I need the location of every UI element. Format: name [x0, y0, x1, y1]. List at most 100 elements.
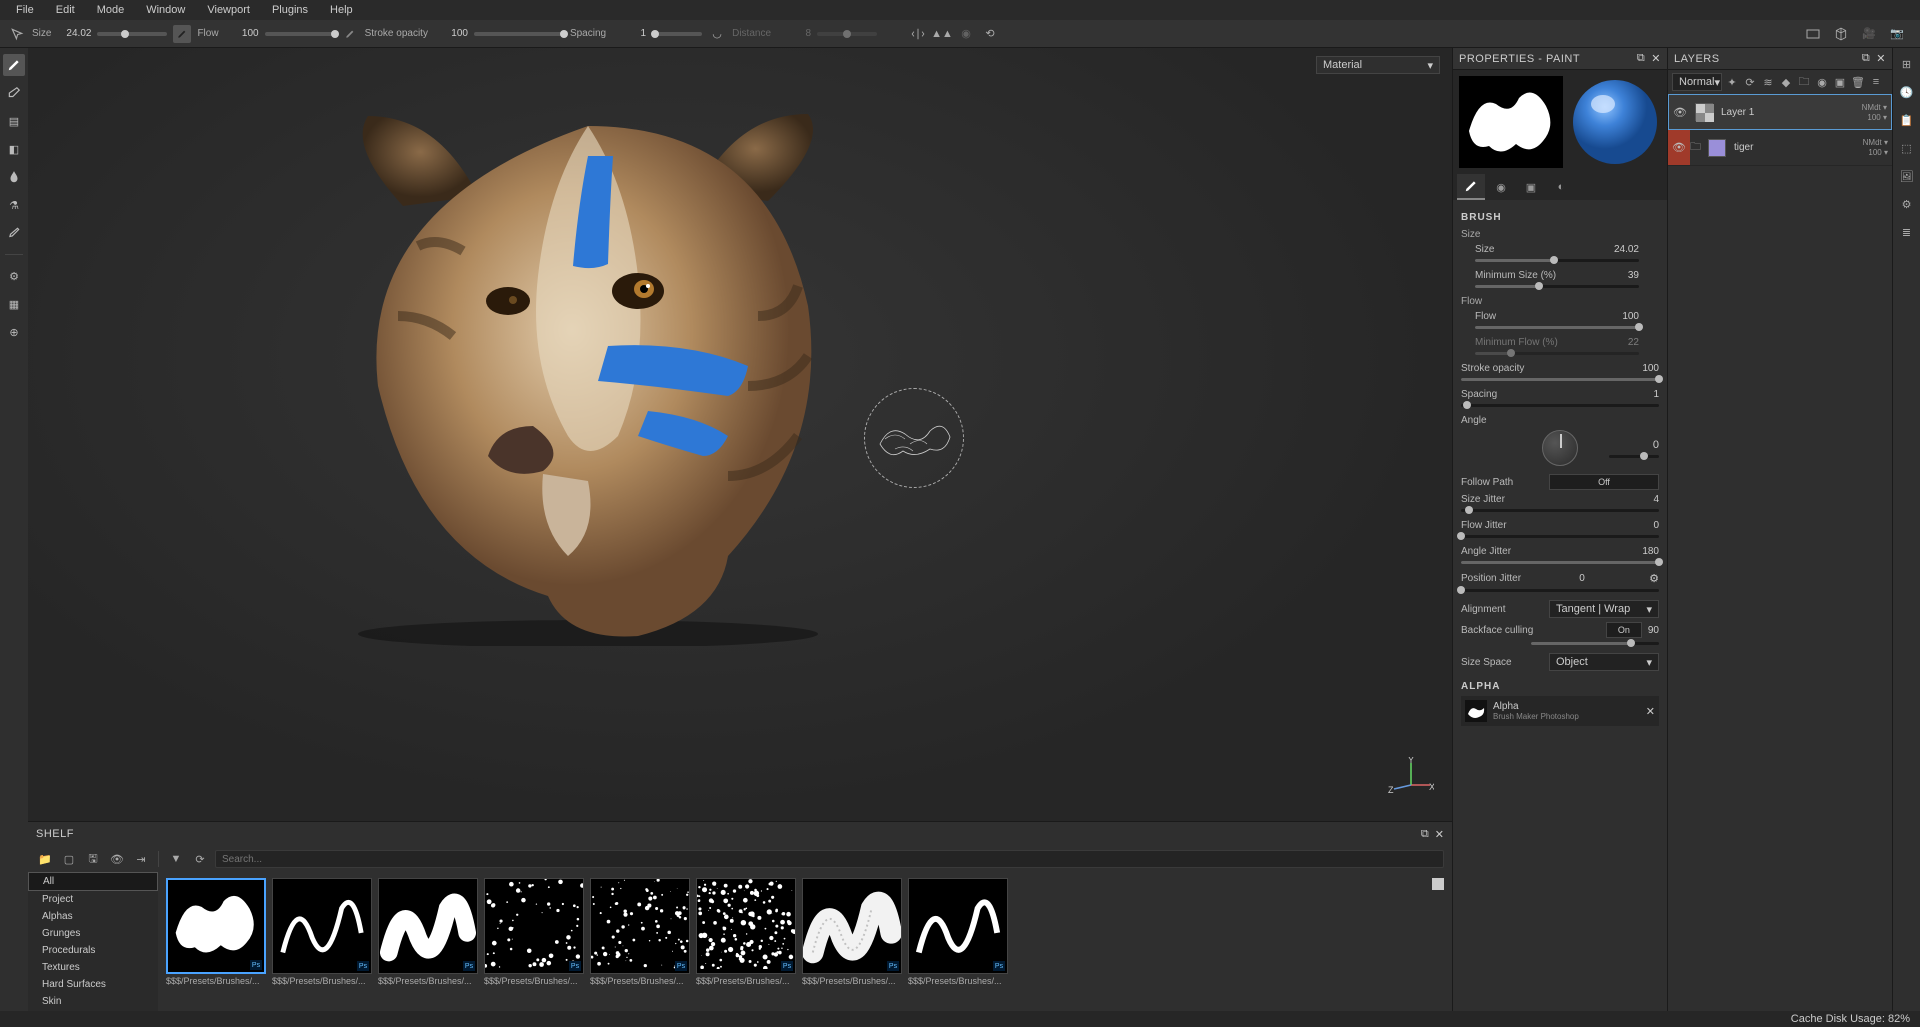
material-dropdown[interactable]: Material▾	[1316, 56, 1440, 74]
reset-icon[interactable]: ⟲	[981, 25, 999, 43]
layers-popout-icon[interactable]: ⧉	[1862, 52, 1870, 65]
backface-slider[interactable]	[1531, 642, 1659, 645]
menu-window[interactable]: Window	[136, 2, 195, 18]
alpha-resource[interactable]: AlphaBrush Maker Photoshop ✕	[1461, 696, 1659, 726]
jitter-settings-icon[interactable]: ⚙	[1649, 572, 1659, 585]
prop-angle-value[interactable]: 0	[1653, 439, 1659, 451]
layer-row[interactable]: 👁🗀tigerNMdt ▾100 ▾	[1668, 130, 1892, 166]
shelf-refresh-icon[interactable]: ⟳	[191, 850, 209, 868]
3d-cube-icon[interactable]	[1832, 25, 1850, 43]
size-jitter-slider[interactable]	[1461, 509, 1659, 512]
properties-popout-icon[interactable]: ⧉	[1637, 52, 1645, 65]
flow-jitter-slider[interactable]	[1461, 535, 1659, 538]
layer-visibility-icon[interactable]: 👁	[1668, 130, 1690, 165]
shelf-item[interactable]: Ps$$$/Presets/Brushes/...	[908, 878, 1008, 1005]
prop-size-slider[interactable]	[1475, 259, 1639, 262]
shelf-cat-grunges[interactable]: Grunges	[28, 925, 158, 942]
menu-help[interactable]: Help	[320, 2, 363, 18]
properties-close-icon[interactable]: ✕	[1651, 52, 1661, 65]
shelf-cat-all[interactable]: All	[28, 872, 158, 891]
tab-material-icon[interactable]: ◐	[1547, 174, 1575, 200]
shelf-item[interactable]: Ps$$$/Presets/Brushes/...	[484, 878, 584, 1005]
add-fill-icon[interactable]: ◆	[1778, 74, 1794, 90]
prop-minsize-slider[interactable]	[1475, 285, 1639, 288]
shelf-item[interactable]: Ps$$$/Presets/Brushes/...	[590, 878, 690, 1005]
lazy-mouse-icon[interactable]: ◡	[708, 25, 726, 43]
pressure-flow-icon[interactable]	[341, 25, 359, 43]
size-slider[interactable]	[97, 32, 167, 36]
prop-size-value[interactable]: 24.02	[1614, 244, 1639, 255]
delete-layer-icon[interactable]: 🗑	[1850, 74, 1866, 90]
cursor-icon[interactable]	[8, 25, 26, 43]
more-icon[interactable]: ⊕	[3, 321, 25, 343]
size-jitter-value[interactable]: 4	[1653, 494, 1659, 505]
layer-opacity[interactable]: 100 ▾	[1868, 148, 1888, 157]
shelf-cat-skin[interactable]: Skin	[28, 993, 158, 1010]
layer-opacity[interactable]: 100 ▾	[1867, 113, 1887, 122]
settings-icon[interactable]: ⚙	[3, 265, 25, 287]
angle-jitter-value[interactable]: 180	[1642, 546, 1659, 557]
shelf-cat-procedurals[interactable]: Procedurals	[28, 942, 158, 959]
smudge-tool[interactable]	[3, 166, 25, 188]
shelf-item[interactable]: Ps$$$/Presets/Brushes/...	[166, 878, 266, 1005]
material-preview[interactable]	[1569, 76, 1661, 168]
prop-opacity-slider[interactable]	[1461, 378, 1659, 381]
add-layer-icon[interactable]: ≋	[1760, 74, 1776, 90]
tab-alpha-icon[interactable]: ◉	[1487, 174, 1515, 200]
shelf-item[interactable]: Ps$$$/Presets/Brushes/...	[272, 878, 372, 1005]
menu-viewport[interactable]: Viewport	[197, 2, 260, 18]
shelf-cat-alphas[interactable]: Alphas	[28, 908, 158, 925]
menu-edit[interactable]: Edit	[46, 2, 85, 18]
shelf-popout-icon[interactable]: ⧉	[1421, 828, 1429, 841]
projection-tool[interactable]: ▤	[3, 110, 25, 132]
shelf-item[interactable]: Ps$$$/Presets/Brushes/...	[378, 878, 478, 1005]
channels-icon[interactable]: ⬚	[1897, 138, 1917, 158]
follow-path-toggle[interactable]: Off	[1549, 474, 1659, 490]
picker-tool[interactable]	[3, 222, 25, 244]
ts-list-icon[interactable]: 🖼	[1897, 166, 1917, 186]
log-icon[interactable]: 📋	[1897, 110, 1917, 130]
position-jitter-value[interactable]: 0	[1579, 573, 1585, 584]
shelf-item[interactable]: Ps$$$/Presets/Brushes/...	[802, 878, 902, 1005]
brush-alpha-preview[interactable]	[1459, 76, 1563, 168]
prop-spacing-slider[interactable]	[1461, 404, 1659, 407]
menu-file[interactable]: File	[6, 2, 44, 18]
texture-settings-icon[interactable]: ⊞	[1897, 54, 1917, 74]
layer-mode[interactable]: NMdt ▾	[1862, 103, 1887, 112]
shelf-save-icon[interactable]: 🖫	[84, 850, 102, 868]
shelf-cat-hardsurfaces[interactable]: Hard Surfaces	[28, 976, 158, 993]
add-folder-icon[interactable]: 🗀	[1796, 74, 1812, 90]
shelf-folder-icon[interactable]: 📁	[36, 850, 54, 868]
add-effect-icon[interactable]: ✦	[1724, 74, 1740, 90]
prop-spacing-value[interactable]: 1	[1653, 389, 1659, 400]
prop-flow-slider[interactable]	[1475, 326, 1639, 329]
layers-close-icon[interactable]: ✕	[1876, 52, 1886, 65]
tab-stencil-icon[interactable]: ▣	[1517, 174, 1545, 200]
symmetry-icon[interactable]	[909, 25, 927, 43]
shelf-import-icon[interactable]: ⇥	[132, 850, 150, 868]
paint-tool[interactable]	[3, 54, 25, 76]
layer-name[interactable]: tiger	[1730, 142, 1863, 153]
add-adjust-icon[interactable]: ▣	[1832, 74, 1848, 90]
opacity-slider[interactable]	[474, 32, 564, 36]
size-space-dropdown[interactable]: Object▾	[1549, 653, 1659, 671]
pressure-size-icon[interactable]	[173, 25, 191, 43]
shader-settings-icon[interactable]: ≣	[1897, 222, 1917, 242]
layer-name[interactable]: Layer 1	[1717, 107, 1862, 118]
camera-icon[interactable]: 📷	[1888, 25, 1906, 43]
prop-flow-value[interactable]: 100	[1622, 311, 1639, 322]
shelf-search-input[interactable]	[215, 850, 1444, 868]
flow-slider[interactable]	[265, 32, 335, 36]
layer-menu-icon[interactable]: ≡	[1868, 74, 1884, 90]
shelf-close-icon[interactable]: ✕	[1435, 828, 1444, 841]
shelf-item[interactable]: Ps$$$/Presets/Brushes/...	[696, 878, 796, 1005]
add-smart-icon[interactable]: ◉	[1814, 74, 1830, 90]
prop-minsize-value[interactable]: 39	[1628, 270, 1639, 281]
angle-jitter-slider[interactable]	[1461, 561, 1659, 564]
axis-gizmo[interactable]: X Y Z	[1388, 757, 1434, 803]
camera-view-icon[interactable]: 🎥	[1860, 25, 1878, 43]
layer-row[interactable]: 👁Layer 1NMdt ▾100 ▾	[1668, 94, 1892, 130]
backface-toggle[interactable]: On	[1606, 622, 1642, 638]
add-mask-icon[interactable]: ⟳	[1742, 74, 1758, 90]
shelf-filter-icon[interactable]: ▼	[167, 850, 185, 868]
